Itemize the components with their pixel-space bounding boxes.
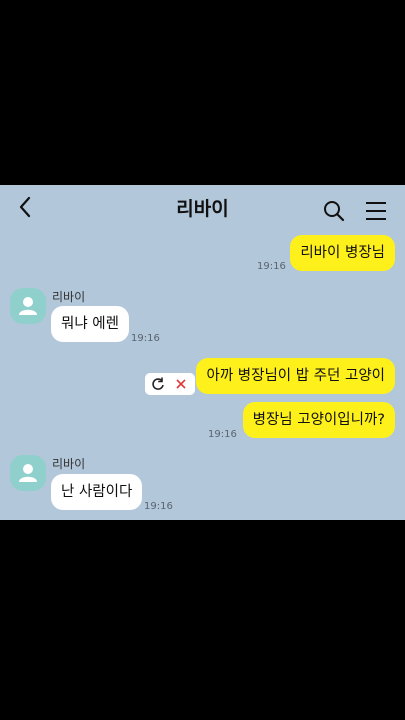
friend-message-bubble[interactable]: 뭐냐 에렌 bbox=[51, 306, 129, 342]
my-message-bubble[interactable]: 아까 병장님이 밥 주던 고양이 bbox=[196, 358, 395, 394]
message-time: 19:16 bbox=[208, 429, 237, 440]
chat-header: 리바이 bbox=[0, 185, 405, 229]
sender-name: 리바이 bbox=[52, 290, 86, 304]
resend-button[interactable] bbox=[150, 376, 166, 392]
friend-avatar[interactable] bbox=[10, 455, 46, 491]
my-message-bubble[interactable]: 리바이 병장님 bbox=[290, 235, 395, 271]
message-time: 19:16 bbox=[144, 501, 173, 512]
default-person-icon bbox=[19, 464, 37, 482]
sender-name: 리바이 bbox=[52, 457, 86, 471]
refresh-icon bbox=[152, 377, 164, 390]
friend-avatar[interactable] bbox=[10, 288, 46, 324]
search-button[interactable] bbox=[322, 199, 346, 223]
message-time: 19:16 bbox=[257, 261, 286, 272]
search-icon bbox=[324, 201, 345, 222]
menu-button[interactable] bbox=[364, 199, 388, 223]
delete-failed-button[interactable] bbox=[173, 376, 189, 392]
message-time: 19:16 bbox=[131, 333, 160, 344]
hamburger-menu-icon bbox=[366, 202, 386, 220]
friend-message-bubble[interactable]: 난 사람이다 bbox=[51, 474, 143, 510]
default-person-icon bbox=[19, 297, 37, 315]
chat-screen: 리바이 리바이 병장님 19:16 리바이 뭐냐 에렌 19:16 아까 병장님… bbox=[0, 185, 405, 520]
my-message-bubble[interactable]: 병장님 고양이입니까? bbox=[242, 402, 395, 438]
close-icon bbox=[176, 379, 186, 389]
failed-message-actions bbox=[145, 373, 195, 395]
